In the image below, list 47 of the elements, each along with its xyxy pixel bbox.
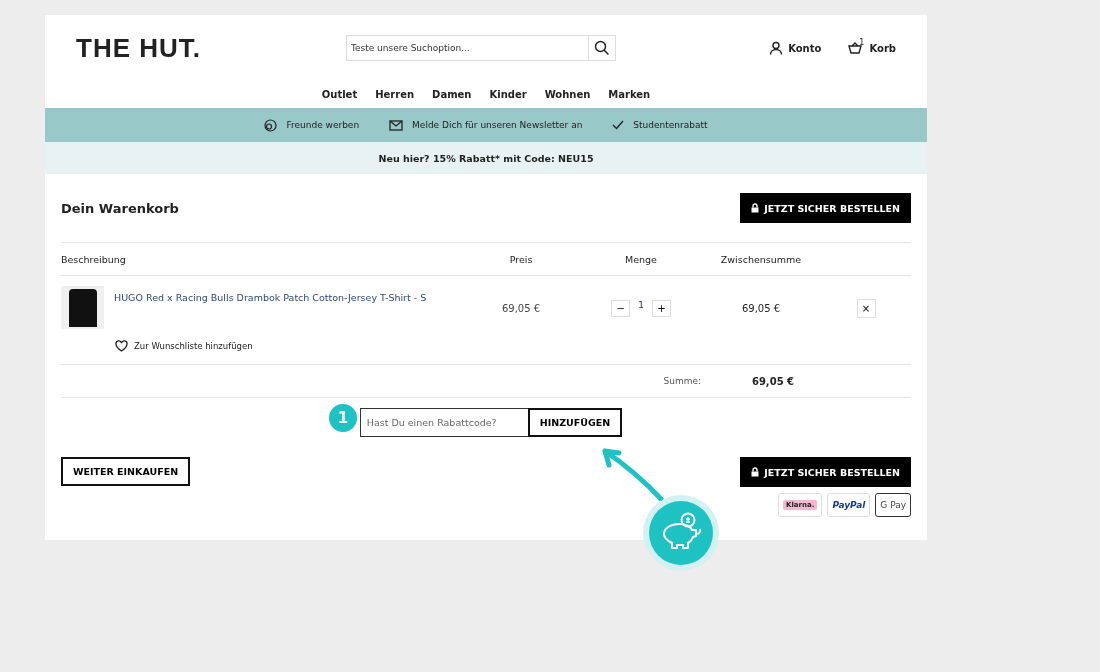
total-label: Summe: (662, 376, 702, 386)
benefit-link[interactable]: Studentenrabatt (633, 120, 708, 130)
wishlist-link[interactable]: Zur Wunschliste hinzufügen (134, 341, 253, 351)
product-price: 69,05 € (500, 302, 542, 314)
search-field[interactable]: Teste unsere Suchoption... (346, 35, 616, 61)
circles-icon (264, 118, 278, 132)
lock-icon (751, 467, 760, 477)
payment-badge: G Pay (875, 493, 911, 517)
nav-link[interactable]: Kinder (489, 89, 527, 100)
decrease-button[interactable]: − (611, 299, 631, 317)
logo[interactable]: THE HUT. (76, 32, 346, 64)
subtotal-value: 69,05 € (740, 302, 782, 314)
nav-link[interactable]: Damen (432, 89, 472, 100)
lock-icon (751, 203, 760, 213)
product-photo-placeholder[interactable] (61, 286, 104, 329)
heart-icon[interactable] (115, 340, 128, 352)
checkout-button[interactable]: JETZT SICHER BESTELLEN (740, 457, 911, 487)
mail-icon (389, 119, 404, 131)
nav-link[interactable]: Wohnen (544, 89, 591, 100)
nav-link[interactable]: Outlet (321, 89, 358, 100)
remove-button[interactable]: × (856, 298, 876, 318)
quantity-value[interactable]: 1 (638, 300, 644, 310)
column-header: Preis (508, 253, 534, 265)
product-link[interactable]: HUGO Red x Racing Bulls Drambok Patch Cotton-Jersey T-Shirt - S (114, 286, 427, 303)
benefit-link[interactable]: Freunde werben (286, 120, 360, 130)
cart-link[interactable]: Korb (869, 42, 896, 54)
increase-button[interactable]: + (651, 299, 671, 317)
payment-badge: PayPal (827, 493, 871, 517)
nav-link[interactable]: Herren (375, 89, 415, 100)
benefit-link[interactable]: Melde Dich für unseren Newsletter an (412, 120, 583, 130)
promo-text: Neu hier? 15% Rabatt* mit Code: NEU15 (378, 152, 594, 164)
add-coupon-button[interactable]: HINZUFÜGEN (527, 408, 623, 437)
checkout-button[interactable]: JETZT SICHER BESTELLEN (740, 193, 911, 223)
total-value: 69,05 € (750, 375, 796, 387)
search-icon[interactable] (594, 40, 610, 56)
continue-shopping-button[interactable]: WEITER EINKAUFEN (61, 457, 191, 486)
user-icon[interactable] (769, 41, 784, 55)
step-badge: 1 (327, 402, 359, 434)
column-header: Zwischensumme (719, 253, 803, 265)
check-icon (612, 120, 625, 130)
nav-link[interactable]: Marken (608, 89, 651, 100)
cart-title: Dein Warenkorb (61, 200, 179, 216)
column-header: Menge (624, 253, 658, 265)
column-header: Beschreibung (61, 253, 127, 265)
account-link[interactable]: Konto (788, 42, 822, 54)
coupon-field[interactable]: Hast Du einen Rabattcode? (359, 408, 528, 437)
cart-count: 1 (859, 37, 865, 47)
